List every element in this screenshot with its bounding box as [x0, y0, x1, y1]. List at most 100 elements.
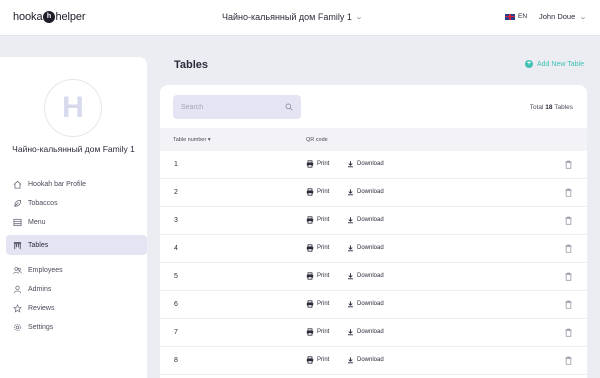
trash-icon[interactable] [565, 272, 572, 281]
sidebar-item-label: Employees [28, 266, 63, 274]
table-number: 7 [174, 329, 178, 336]
download-qr-button[interactable]: Download [347, 272, 384, 280]
sidebar-item-label: Reviews [28, 304, 55, 312]
tables-card: Total 18 Tables Table number ▾ QR code 1… [160, 85, 587, 378]
print-qr-button[interactable]: Print [306, 244, 329, 252]
gear-icon [13, 323, 22, 332]
print-label: Print [317, 329, 330, 335]
user-menu[interactable]: John Doue ⌄ [539, 12, 588, 21]
print-qr-button[interactable]: Print [306, 272, 329, 280]
printer-icon [306, 244, 314, 252]
plus-icon: + [525, 60, 533, 68]
top-bar: hooka h helper Чайно-кальянный дом Family … [0, 0, 600, 36]
add-new-table-label: Add New Table [537, 60, 584, 68]
download-icon [347, 328, 354, 336]
download-qr-button[interactable]: Download [347, 328, 384, 336]
avatar-letter: H [62, 91, 84, 124]
print-qr-button[interactable]: Print [306, 160, 329, 168]
printer-icon [306, 328, 314, 336]
trash-icon[interactable] [565, 188, 572, 197]
download-qr-button[interactable]: Download [347, 356, 384, 364]
sidebar-item-tables[interactable]: Tables [6, 235, 147, 255]
download-qr-button[interactable]: Download [347, 188, 384, 196]
download-label: Download [357, 161, 384, 167]
add-new-table-button[interactable]: + Add New Table [525, 60, 584, 68]
trash-icon[interactable] [565, 216, 572, 225]
trash-icon[interactable] [565, 300, 572, 309]
trash-icon[interactable] [565, 356, 572, 365]
sidebar-item-menu[interactable]: Menu [6, 212, 147, 232]
user-name: John Doue [539, 12, 576, 21]
table-row: 2 Print Download [160, 179, 587, 207]
download-qr-button[interactable]: Download [347, 244, 384, 252]
table-number: 6 [174, 301, 178, 308]
sidebar-item-label: Hookah bar Profile [28, 180, 86, 188]
download-qr-button[interactable]: Download [347, 160, 384, 168]
print-label: Print [317, 217, 330, 223]
download-label: Download [357, 189, 384, 195]
table-row: 5 Print Download [160, 263, 587, 291]
search-input[interactable] [181, 103, 281, 111]
trash-icon[interactable] [565, 160, 572, 169]
language-selector[interactable]: EN [505, 13, 527, 20]
leaf-icon [13, 199, 22, 208]
column-header-table-number[interactable]: Table number ▾ [173, 137, 211, 143]
download-label: Download [357, 217, 384, 223]
search-box [173, 95, 301, 119]
table-number: 8 [174, 357, 178, 364]
print-qr-button[interactable]: Print [306, 328, 329, 336]
column-header-qr-code: QR code [306, 137, 328, 143]
sidebar-venue-name: Чайно-кальянный дом Family 1 [12, 144, 135, 154]
sidebar-item-admins[interactable]: Admins [6, 279, 147, 299]
print-qr-button[interactable]: Print [306, 356, 329, 364]
print-qr-button[interactable]: Print [306, 188, 329, 196]
download-label: Download [357, 357, 384, 363]
sidebar: H Чайно-кальянный дом Family 1 Hookah ba… [0, 57, 147, 378]
download-icon [347, 160, 354, 168]
sidebar-item-tobaccos[interactable]: Tobaccos [6, 193, 147, 213]
print-label: Print [317, 357, 330, 363]
total-suffix: Tables [554, 104, 573, 111]
sidebar-item-employees[interactable]: Employees [6, 260, 147, 280]
sidebar-item-reviews[interactable]: Reviews [6, 298, 147, 318]
table-row: 4 Print Download [160, 235, 587, 263]
language-label: EN [518, 13, 528, 20]
chevron-down-icon: ⌄ [354, 14, 363, 21]
page-title: Tables [174, 59, 209, 71]
trash-icon[interactable] [565, 244, 572, 253]
table-row: 8 Print Download [160, 347, 587, 375]
star-icon [13, 303, 22, 313]
logo-mark: h [42, 11, 55, 23]
table-row: 3 Print Download [160, 207, 587, 235]
print-qr-button[interactable]: Print [306, 216, 329, 224]
download-label: Download [357, 245, 384, 251]
chevron-down-icon: ⌄ [579, 13, 588, 21]
sidebar-item-settings[interactable]: Settings [6, 317, 147, 337]
table-number: 1 [174, 161, 178, 168]
sidebar-item-label: Tobaccos [28, 199, 58, 207]
printer-icon [306, 160, 314, 168]
download-qr-button[interactable]: Download [347, 216, 384, 224]
uk-flag-icon [505, 13, 515, 20]
download-icon [347, 188, 354, 196]
trash-icon[interactable] [565, 328, 572, 337]
search-icon[interactable] [285, 103, 293, 111]
app-logo[interactable]: hooka h helper [13, 11, 86, 23]
table-number: 4 [174, 245, 178, 252]
print-qr-button[interactable]: Print [306, 300, 329, 308]
printer-icon [306, 300, 314, 308]
menu-list-icon [13, 218, 22, 227]
printer-icon [306, 188, 314, 196]
download-label: Download [357, 301, 384, 307]
total-label: Total [529, 104, 544, 111]
sidebar-item-hookah-bar-profile[interactable]: Hookah bar Profile [6, 174, 147, 194]
print-label: Print [317, 245, 330, 251]
table-row: 7 Print Download [160, 319, 587, 347]
employees-icon [13, 266, 22, 275]
tables-icon [13, 241, 22, 250]
download-label: Download [357, 273, 384, 279]
venue-selector[interactable]: Чайно-кальянный дом Family 1 ⌄ [222, 12, 363, 22]
download-icon [347, 272, 354, 280]
download-qr-button[interactable]: Download [347, 300, 384, 308]
sidebar-item-label: Settings [28, 323, 54, 331]
